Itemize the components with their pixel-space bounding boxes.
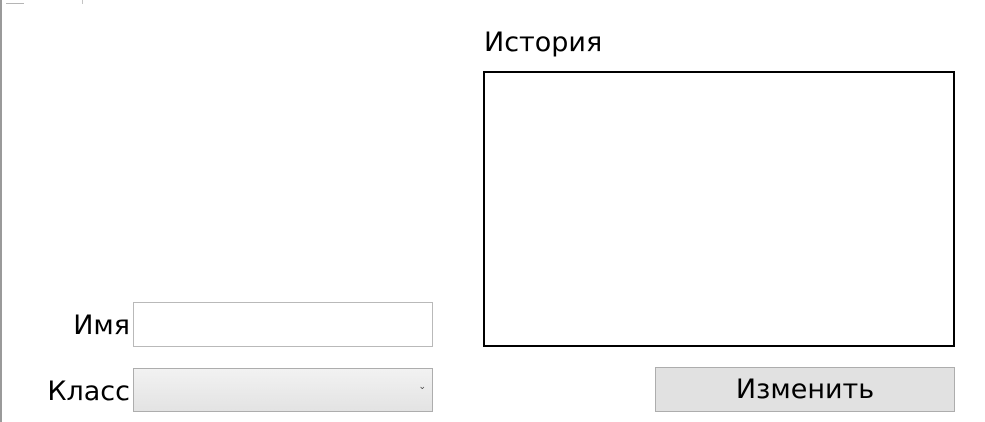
history-label: История [484, 27, 603, 58]
window-top-fragment-tick [82, 0, 83, 4]
history-textarea[interactable] [483, 71, 955, 347]
class-dropdown[interactable]: ⌄ [133, 368, 433, 412]
window-left-border [0, 0, 2, 422]
window-top-fragment [6, 0, 24, 4]
name-input[interactable] [133, 302, 433, 347]
edit-form-window: История Имя Класс ⌄ Изменить [0, 0, 985, 422]
class-label: Класс [47, 376, 130, 407]
change-button[interactable]: Изменить [655, 367, 955, 412]
chevron-down-icon[interactable]: ⌄ [418, 383, 426, 392]
name-label: Имя [73, 310, 130, 341]
